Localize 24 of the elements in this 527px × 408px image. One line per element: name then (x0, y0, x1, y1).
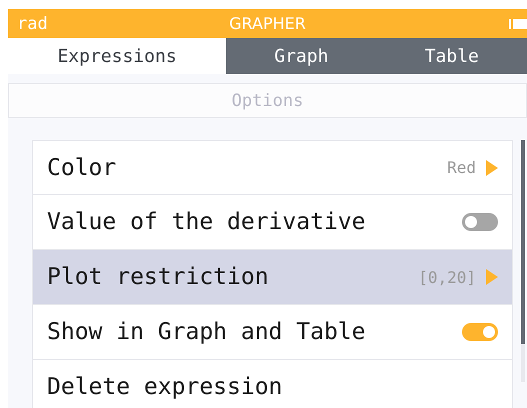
menu-row[interactable]: Delete expression (32, 360, 513, 408)
menu-row[interactable]: Plot restriction [0,20] (32, 250, 513, 305)
option-label: Delete expression (47, 374, 284, 400)
option-label: Value of the derivative (47, 209, 366, 235)
option-value: [0,20] (418, 268, 476, 286)
header-title: Options (232, 90, 304, 110)
battery-icon (509, 19, 527, 29)
option-label: Color (47, 154, 118, 180)
chevron-icon (486, 269, 498, 285)
app-title: GRAPHER (229, 14, 306, 33)
tab[interactable]: Graph (226, 38, 377, 74)
chevron-icon (486, 160, 498, 176)
option-label: Plot restriction (47, 264, 270, 290)
angle-mode: rad (16, 14, 48, 34)
menu-row[interactable]: Color Red (32, 140, 513, 195)
menu-row[interactable]: Value of the derivative (32, 195, 513, 250)
tab[interactable]: Table (376, 38, 527, 74)
scrollbar[interactable] (521, 140, 525, 382)
option-value: Red (447, 158, 476, 177)
menu-row[interactable]: Show in Graph and Table (32, 305, 513, 360)
option-label: Show in Graph and Table (47, 319, 366, 345)
toggle-switch[interactable] (462, 213, 498, 231)
tab[interactable]: Expressions (8, 38, 226, 74)
toggle-switch[interactable] (462, 323, 498, 341)
